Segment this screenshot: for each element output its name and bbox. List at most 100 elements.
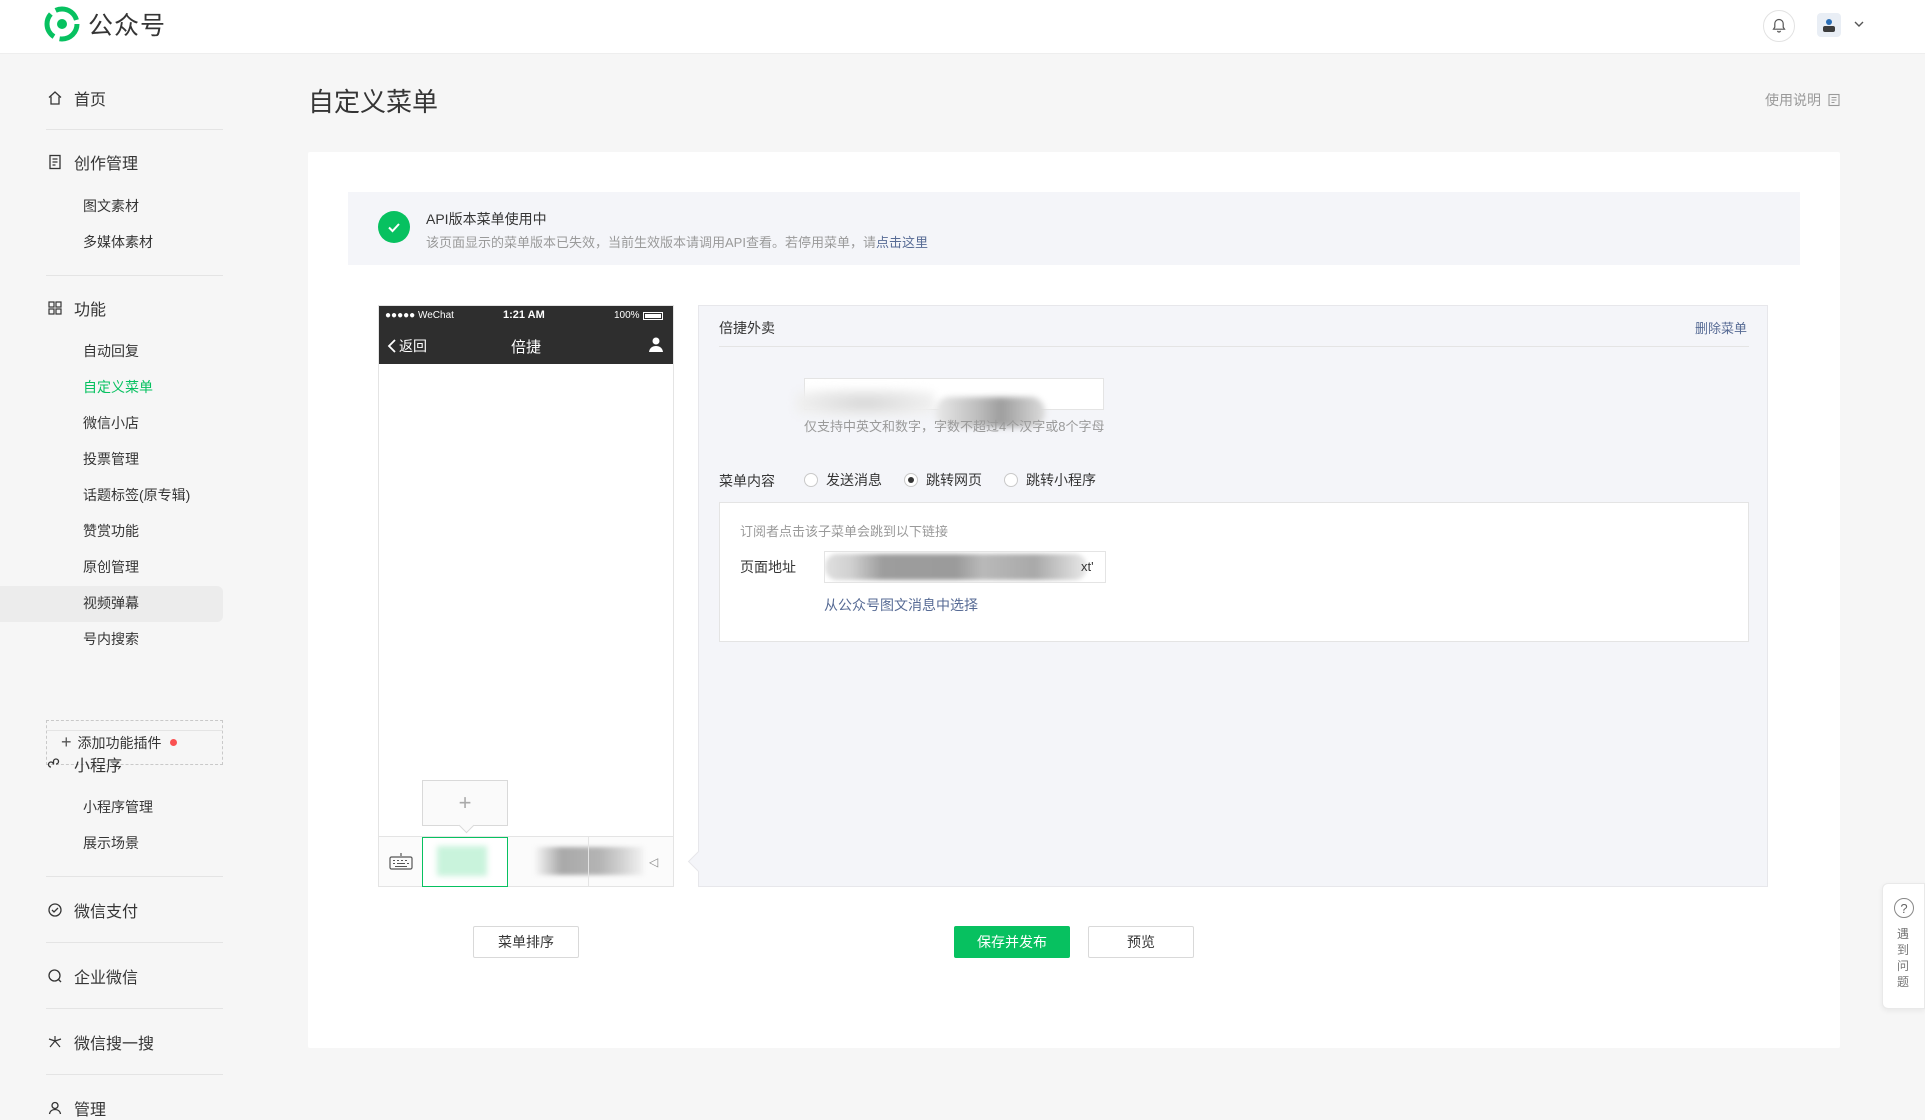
speaker-icon: ◁ xyxy=(649,855,659,869)
radio-open-webpage[interactable]: 跳转网页 xyxy=(904,470,982,490)
radio-circle-checked xyxy=(904,473,918,487)
menu-name-hint: 仅支持中英文和数字，字数不超过4个汉字或8个字母 xyxy=(804,419,1105,434)
sidebar-sub-item[interactable]: 原创管理 xyxy=(83,555,139,579)
wechat-mp-logo-icon xyxy=(44,6,80,42)
bell-icon xyxy=(1772,18,1786,33)
sidebar-sub-item[interactable]: 话题标签(原专辑) xyxy=(83,483,190,507)
battery-text: 100% xyxy=(614,310,640,321)
sidebar-sub-item[interactable]: 图文素材 xyxy=(83,194,139,218)
sidebar-sub-item[interactable]: 微信小店 xyxy=(83,411,139,435)
battery-indicator: 100% xyxy=(614,310,663,321)
phone-status-bar: ●●●●● WeChat 1:21 AM 100% xyxy=(379,306,673,326)
notice-desc-text: 该页面显示的菜单版本已失效，当前生效版本请调用API查看。若停用菜单，请 xyxy=(426,235,876,250)
sidebar-item-label: 管理 xyxy=(74,1102,107,1119)
radio-label: 发送消息 xyxy=(826,472,882,488)
pick-article-link[interactable]: 从公众号图文消息中选择 xyxy=(824,595,978,615)
notice-link[interactable]: 点击这里 xyxy=(876,235,928,250)
sidebar-item-pay[interactable]: 微信支付 xyxy=(46,890,223,930)
sidebar-item-label: 企业微信 xyxy=(74,970,139,987)
keyboard-icon xyxy=(389,853,413,870)
sidebar-item-label: 创作管理 xyxy=(74,156,139,173)
sidebar-item-manage[interactable]: 管理 xyxy=(46,1088,223,1120)
divider xyxy=(46,1008,223,1009)
content-label: 菜单内容 xyxy=(719,473,775,489)
sidebar: 首页 创作管理 图文素材 多媒体素材 功能 自动回复 自定义菜单 微信小店 投票… xyxy=(0,54,240,1120)
sidebar-sub-item[interactable]: 投票管理 xyxy=(83,447,139,471)
document-icon xyxy=(1828,93,1840,107)
brand-logo[interactable]: 公众号 xyxy=(44,6,166,42)
phone-nav-bar: 返回 倍捷 xyxy=(379,326,673,364)
avatar-icon xyxy=(1823,19,1835,32)
divider xyxy=(46,730,223,731)
phone-menu-bar: ◁ xyxy=(379,836,673,887)
account-avatar[interactable] xyxy=(1817,13,1841,37)
phone-title: 倍捷 xyxy=(510,339,541,356)
sidebar-item-creation[interactable]: 创作管理 xyxy=(46,142,223,182)
miniprogram-icon xyxy=(46,755,64,773)
radio-label: 跳转网页 xyxy=(926,472,982,488)
phone-preview: ●●●●● WeChat 1:21 AM 100% 返回 倍捷 + ◁ xyxy=(378,305,674,887)
sparkle-icon xyxy=(46,1033,64,1051)
url-label: 页面地址 xyxy=(740,559,796,575)
sidebar-sub-item[interactable]: 多媒体素材 xyxy=(83,230,153,254)
radio-open-miniprogram[interactable]: 跳转小程序 xyxy=(1004,470,1096,490)
sidebar-item-miniprogram[interactable]: 小程序 xyxy=(46,744,223,784)
sidebar-sub-item[interactable]: 视频弹幕 xyxy=(83,591,139,615)
wechat-pay-icon xyxy=(46,901,64,919)
url-settings: 订阅者点击该子菜单会跳到以下链接 页面地址 xt' 从公众号图文消息中选择 xyxy=(719,502,1749,642)
radio-label: 跳转小程序 xyxy=(1026,472,1096,488)
battery-icon xyxy=(642,311,663,320)
notification-bell[interactable] xyxy=(1763,10,1795,42)
sidebar-item-home[interactable]: 首页 xyxy=(46,78,223,118)
save-publish-button[interactable]: 保存并发布 xyxy=(954,926,1070,958)
sidebar-item-label: 小程序 xyxy=(74,758,123,775)
user-manage-icon xyxy=(46,1099,64,1117)
menu-sort-button[interactable]: 菜单排序 xyxy=(473,926,579,958)
sidebar-item-work[interactable]: 企业微信 xyxy=(46,956,223,996)
help-link-label: 使用说明 xyxy=(1765,92,1821,108)
brand-name: 公众号 xyxy=(88,12,167,40)
home-icon xyxy=(46,89,64,107)
preview-button[interactable]: 预览 xyxy=(1088,926,1194,958)
url-description: 订阅者点击该子菜单会跳到以下链接 xyxy=(740,524,949,539)
sidebar-item-label: 微信支付 xyxy=(74,904,139,921)
top-bar: 公众号 xyxy=(0,0,1925,54)
work-wechat-icon xyxy=(46,967,64,985)
menu-name-input[interactable] xyxy=(795,378,1104,427)
divider xyxy=(46,876,223,877)
sidebar-sub-item[interactable]: 自动回复 xyxy=(83,339,139,363)
floating-help-button[interactable]: ? 遇到问题 xyxy=(1882,883,1925,1009)
delete-menu-link[interactable]: 删除菜单 xyxy=(1695,318,1747,337)
status-time: 1:21 AM xyxy=(503,309,545,321)
user-icon xyxy=(649,337,663,352)
sidebar-sub-item[interactable]: 号内搜索 xyxy=(83,627,139,651)
content-type-radio-group: 发送消息 跳转网页 跳转小程序 xyxy=(804,470,1096,490)
sidebar-item-functions[interactable]: 功能 xyxy=(46,288,223,328)
redacted-url xyxy=(825,554,1087,580)
sidebar-sub-item[interactable]: 小程序管理 xyxy=(83,795,153,819)
divider xyxy=(46,129,223,130)
sidebar-sub-item-active[interactable]: 自定义菜单 xyxy=(83,375,153,399)
sidebar-item-label: 首页 xyxy=(74,92,107,109)
radio-circle xyxy=(1004,473,1018,487)
add-submenu-button[interactable]: + xyxy=(422,780,508,826)
sidebar-item-search[interactable]: 微信搜一搜 xyxy=(46,1022,223,1062)
sidebar-sub-item[interactable]: 展示场景 xyxy=(83,831,139,855)
page-title: 自定义菜单 xyxy=(308,87,439,117)
radio-send-message[interactable]: 发送消息 xyxy=(804,470,882,490)
signal-text: ●●●●● WeChat xyxy=(385,310,454,321)
menu-tab-selected[interactable] xyxy=(422,837,508,887)
url-input[interactable]: xt' xyxy=(824,551,1106,583)
menu-editor: 倍捷外卖 删除菜单 仅支持中英文和数字，字数不超过4个汉字或8个字母 菜单内容 … xyxy=(698,305,1768,887)
sidebar-sub-item[interactable]: 赞赏功能 xyxy=(83,519,139,543)
redacted-menu-label xyxy=(437,846,487,876)
divider xyxy=(46,275,223,276)
chevron-down-icon[interactable] xyxy=(1853,18,1865,30)
question-icon: ? xyxy=(1894,898,1914,918)
divider xyxy=(719,346,1749,347)
menu-tab[interactable] xyxy=(588,837,673,887)
help-link[interactable]: 使用说明 xyxy=(1765,90,1841,110)
notice-title: API版本菜单使用中 xyxy=(426,211,547,227)
redacted-label xyxy=(795,389,935,417)
radio-circle xyxy=(804,473,818,487)
